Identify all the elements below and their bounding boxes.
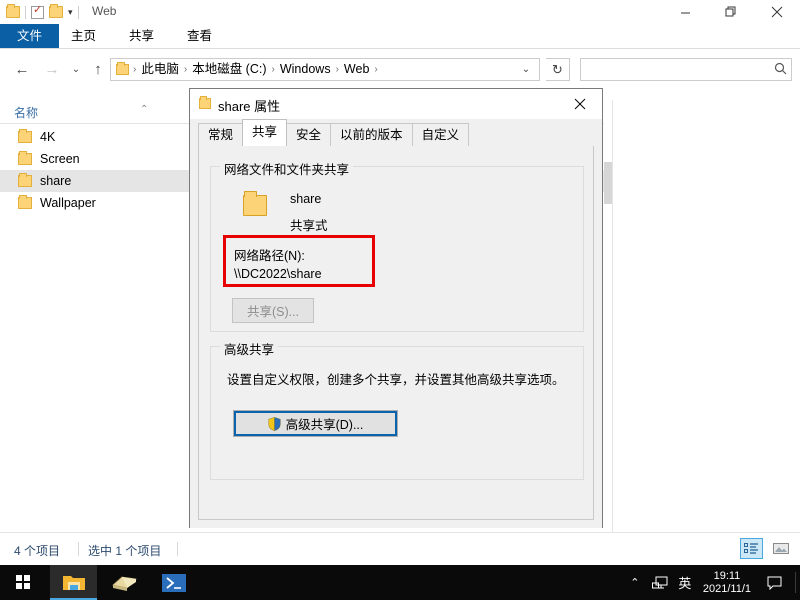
close-button[interactable] xyxy=(754,0,800,24)
advanced-sharing-legend: 高级共享 xyxy=(220,339,279,358)
advanced-sharing-group: 高级共享 设置自定义权限，创建多个共享，并设置其他高级共享选项。 高级共享(D)… xyxy=(210,339,584,480)
search-icon[interactable] xyxy=(774,62,787,78)
forward-button: → xyxy=(44,60,60,78)
network-path-label: 网络路径(N): xyxy=(234,249,305,263)
customize-qat-chevron-icon[interactable]: ▾ xyxy=(68,2,73,22)
taskbar-file-explorer[interactable] xyxy=(50,565,97,600)
folder-icon xyxy=(18,129,32,143)
uac-shield-icon xyxy=(268,416,281,431)
dialog-titlebar: share 属性 xyxy=(190,89,602,119)
ribbon-tab-view[interactable]: 查看 xyxy=(174,24,225,48)
advanced-sharing-description: 设置自定义权限，创建多个共享，并设置其他高级共享选项。 xyxy=(227,373,565,387)
share-button: 共享(S)... xyxy=(232,298,314,323)
breadcrumb-sep-4: › xyxy=(374,64,378,75)
tab-previous-versions[interactable]: 以前的版本 xyxy=(330,123,413,146)
search-box[interactable] xyxy=(580,58,792,81)
network-sharing-legend: 网络文件和文件夹共享 xyxy=(220,159,354,178)
back-button[interactable]: ← xyxy=(10,57,34,81)
breadcrumb-item-1[interactable]: 本地磁盘 (C:) xyxy=(188,59,270,80)
status-divider xyxy=(78,542,79,556)
minimize-button[interactable] xyxy=(662,0,708,24)
clock-date: 2021/11/1 xyxy=(702,582,751,595)
clock-time: 19:11 xyxy=(713,569,741,582)
dialog-tab-page: 网络文件和文件夹共享 share 共享式 网络路径(N): \\DC2022\s… xyxy=(198,146,594,520)
file-name: 4K xyxy=(40,130,56,144)
search-input[interactable] xyxy=(585,61,770,78)
windows-logo-icon xyxy=(16,575,31,590)
breadcrumb-item-0[interactable]: 此电脑 xyxy=(137,59,183,80)
address-folder-icon xyxy=(116,62,129,75)
window-controls xyxy=(662,0,800,24)
details-view-button[interactable] xyxy=(740,538,763,559)
ribbon-tab-share[interactable]: 共享 xyxy=(116,24,167,48)
status-item-count: 4 个项目 xyxy=(14,544,61,558)
explorer-titlebar: ▾ Web xyxy=(0,0,800,24)
qat-divider-2 xyxy=(77,5,79,19)
network-icon[interactable] xyxy=(647,565,673,600)
explorer-app-icon xyxy=(6,4,20,18)
ribbon-tab-strip: 文件 主页 共享 查看 ⌄ ? xyxy=(0,24,800,68)
breadcrumb-item-3[interactable]: Web xyxy=(340,59,373,80)
tab-sharing[interactable]: 共享 xyxy=(242,119,288,146)
shared-folder-state: 共享式 xyxy=(290,219,328,233)
advanced-sharing-button-label: 高级共享(D)... xyxy=(285,418,364,432)
action-center-icon[interactable] xyxy=(757,565,791,600)
taskbar-sandbox-app[interactable] xyxy=(100,565,147,600)
up-button[interactable]: ↑ xyxy=(86,57,110,81)
share-properties-dialog: share 属性 常规 共享 安全 以前的版本 自定义 网络文件和文件夹共享 s… xyxy=(189,88,603,528)
breadcrumb-item-2[interactable]: Windows xyxy=(276,59,335,80)
status-selection: 选中 1 个项目 xyxy=(88,544,162,558)
status-bar: 4 个项目 选中 1 个项目 xyxy=(0,532,800,565)
status-divider-2 xyxy=(177,542,178,556)
dialog-body: 网络文件和文件夹共享 share 共享式 网络路径(N): \\DC2022\s… xyxy=(190,146,602,528)
view-mode-buttons xyxy=(740,538,792,559)
file-name: Wallpaper xyxy=(40,196,96,210)
quick-access-toolbar: ▾ xyxy=(6,2,79,22)
file-name: Screen xyxy=(40,152,80,166)
file-name: share xyxy=(40,174,72,188)
ribbon-tab-file[interactable]: 文件 xyxy=(0,24,60,48)
refresh-button[interactable]: ↻ xyxy=(546,58,570,81)
folder-icon xyxy=(18,151,32,165)
taskbar: ⌃ 英 19:11 2021/11/1 xyxy=(0,565,800,600)
dialog-title: share 属性 xyxy=(218,99,281,114)
restore-button[interactable] xyxy=(708,0,754,24)
network-path-value: \\DC2022\share xyxy=(234,267,322,281)
sort-indicator-icon: ⌃ xyxy=(140,104,149,115)
new-folder-icon[interactable] xyxy=(49,4,63,18)
ime-indicator[interactable]: 英 xyxy=(673,565,697,600)
tray-overflow-chevron-icon[interactable]: ⌃ xyxy=(623,565,647,600)
shared-folder-name: share xyxy=(290,192,322,206)
start-button[interactable] xyxy=(0,565,47,600)
window-title: Web xyxy=(92,4,117,18)
dialog-folder-icon xyxy=(199,96,211,109)
large-icons-view-button[interactable] xyxy=(769,538,792,559)
ribbon-tab-home[interactable]: 主页 xyxy=(58,24,109,48)
taskbar-powershell[interactable] xyxy=(150,565,197,600)
dialog-close-button[interactable] xyxy=(558,89,602,119)
qat-divider-1 xyxy=(25,5,26,19)
column-header-name[interactable]: 名称 xyxy=(14,104,38,121)
tab-customize[interactable]: 自定义 xyxy=(411,123,470,146)
recent-locations-button[interactable]: ⌄ xyxy=(64,57,88,81)
address-breadcrumb-bar[interactable]: › 此电脑 › 本地磁盘 (C:) › Windows › Web › ⌄ xyxy=(110,58,540,81)
network-sharing-group: 网络文件和文件夹共享 share 共享式 网络路径(N): \\DC2022\s… xyxy=(210,159,584,332)
properties-icon[interactable] xyxy=(31,4,44,19)
tab-security[interactable]: 安全 xyxy=(286,123,332,146)
pane-divider xyxy=(612,100,613,532)
system-tray: ⌃ 英 19:11 2021/11/1 xyxy=(623,565,800,600)
folder-icon xyxy=(18,195,32,209)
show-desktop-divider[interactable] xyxy=(795,572,796,593)
folder-icon xyxy=(18,173,32,187)
tab-general[interactable]: 常规 xyxy=(198,123,244,146)
advanced-sharing-button[interactable]: 高级共享(D)... xyxy=(233,410,398,437)
address-dropdown-icon[interactable]: ⌄ xyxy=(515,59,537,80)
shared-folder-icon xyxy=(243,191,267,216)
dialog-tab-strip: 常规 共享 安全 以前的版本 自定义 xyxy=(190,119,602,146)
clock[interactable]: 19:11 2021/11/1 xyxy=(697,570,757,596)
